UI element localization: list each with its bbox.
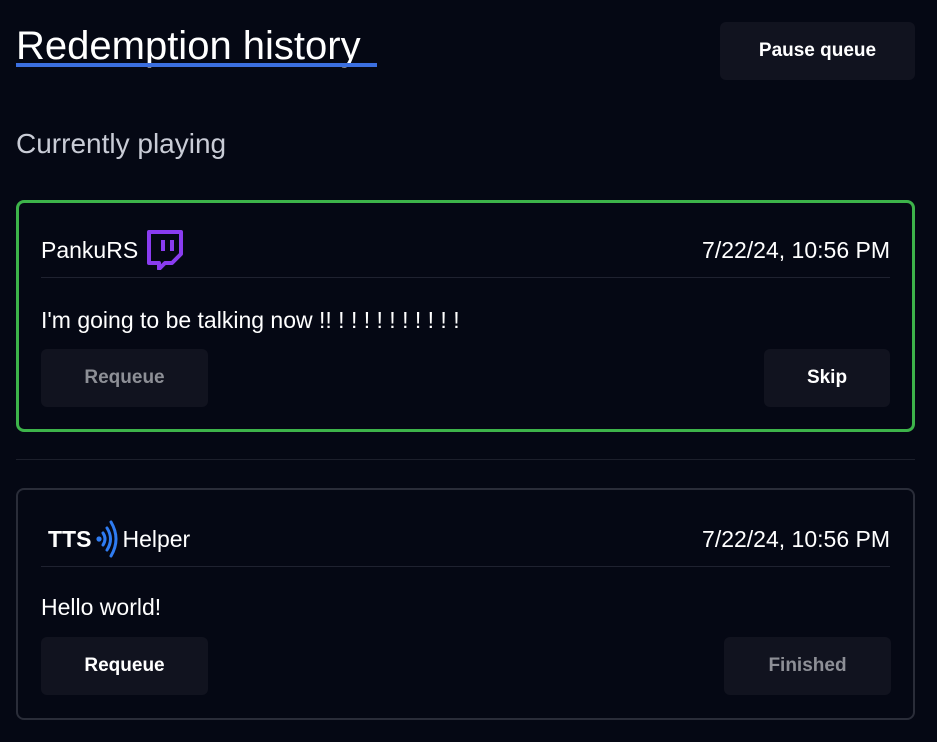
brand-helper: Helper — [122, 525, 191, 552]
user-info: PankuRS — [41, 230, 184, 270]
card-divider — [41, 566, 890, 567]
brand-tts: TTS — [48, 525, 92, 552]
currently-playing-card: PankuRS 7/22/24, 10:56 PM I'm going to b… — [16, 200, 915, 432]
section-divider — [16, 459, 915, 460]
requeue-button[interactable]: Requeue — [41, 637, 208, 695]
finished-status-button: Finished — [724, 637, 891, 695]
card-divider — [41, 277, 890, 278]
history-card: TTS Helper 7/22/24, 10:56 PM Hello world… — [16, 488, 915, 720]
timestamp: 7/22/24, 10:56 PM — [702, 525, 890, 552]
requeue-button[interactable]: Requeue — [41, 349, 208, 407]
pause-queue-button[interactable]: Pause queue — [720, 22, 915, 80]
card-header: TTS Helper 7/22/24, 10:56 PM — [41, 514, 890, 564]
redemption-history-page: Redemption history Pause queue Currently… — [0, 0, 937, 742]
card-header: PankuRS 7/22/24, 10:56 PM — [41, 225, 890, 275]
broadcast-waves-icon — [96, 519, 118, 559]
currently-playing-heading: Currently playing — [16, 128, 227, 159]
tts-helper-logo: TTS Helper — [41, 519, 190, 559]
username: PankuRS — [41, 236, 139, 263]
redemption-message: I'm going to be talking now !! ! ! ! ! !… — [41, 307, 460, 333]
title-underline — [16, 63, 377, 67]
redemption-message: Hello world! — [41, 594, 162, 620]
timestamp: 7/22/24, 10:56 PM — [702, 236, 890, 263]
twitch-icon — [145, 230, 184, 270]
skip-button[interactable]: Skip — [764, 349, 890, 407]
